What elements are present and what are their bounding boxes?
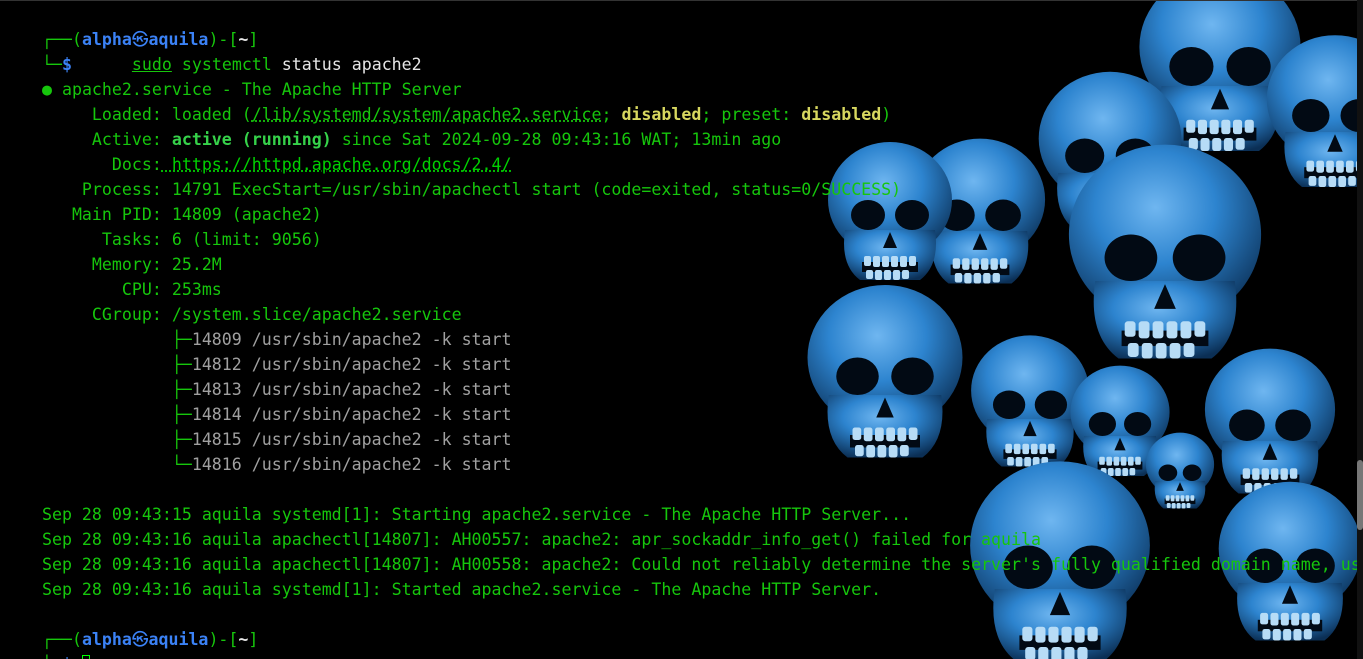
loaded-close-paren: ) — [881, 105, 892, 124]
log-line: Sep 28 09:43:15 aquila systemd[1]: Start… — [2, 477, 911, 524]
prompt-line-1: ┌──(alpha㉿aquila)-[~] — [2, 2, 258, 49]
log-line: Sep 28 09:43:16 aquila apachectl[14807]:… — [2, 502, 1041, 549]
status-cpu-line: CPU: 253ms — [2, 252, 222, 299]
log-line: Sep 28 09:43:16 aquila systemd[1]: Start… — [2, 552, 881, 599]
status-mainpid-line: Main PID: 14809 (apache2) — [2, 177, 322, 224]
cgroup-tree-item: ├─14809 /usr/sbin/apache2 -k start — [2, 302, 512, 349]
scrollbar-thumb[interactable] — [1357, 460, 1363, 530]
prompt-dollar: $ — [62, 655, 72, 659]
window-top-border — [0, 0, 1363, 1]
prompt-close-bracket: ] — [248, 630, 259, 649]
prompt-line-2: ┌──(alpha㉿aquila)-[~] — [2, 602, 258, 649]
cgroup-tree-item: └─14816 /usr/sbin/apache2 -k start — [2, 427, 512, 474]
prompt-host: aquila — [148, 630, 209, 649]
cgroup-tree-item: ├─14812 /usr/sbin/apache2 -k start — [2, 327, 512, 374]
status-active-line: Active: active (running) since Sat 2024-… — [2, 102, 781, 149]
status-tasks-line: Tasks: 6 (limit: 9056) — [2, 202, 322, 249]
log-line: Sep 28 09:43:16 aquila apachectl[14807]:… — [2, 527, 1363, 574]
prompt-cwd: ~ — [238, 630, 249, 649]
tree-entry: 14816 /usr/sbin/apache2 -k start — [191, 455, 512, 474]
status-memory-line: Memory: 25.2M — [2, 227, 222, 274]
prompt-close-paren: )-[ — [208, 630, 239, 649]
log-text: Sep 28 09:43:16 aquila systemd[1]: Start… — [41, 580, 882, 599]
prompt-at-symbol: ㉿ — [131, 630, 149, 649]
cgroup-tree-item: ├─14814 /usr/sbin/apache2 -k start — [2, 377, 512, 424]
loaded-preset-value: disabled — [801, 105, 882, 124]
command-line-1: └─$ sudo systemctl status apache2 — [2, 27, 422, 74]
status-title-line: ● apache2.service - The Apache HTTP Serv… — [2, 52, 462, 99]
status-process-line: Process: 14791 ExecStart=/usr/sbin/apach… — [2, 152, 901, 199]
text-cursor[interactable] — [81, 655, 90, 659]
terminal-window[interactable]: ┌──(alpha㉿aquila)-[~] └─$ sudo systemctl… — [0, 0, 1363, 659]
prompt-corner-bottom: └─ — [42, 655, 62, 659]
command-line-2[interactable]: └─$ — [2, 627, 90, 659]
cgroup-tree-item: ├─14813 /usr/sbin/apache2 -k start — [2, 352, 512, 399]
status-docs-line: Docs: https://httpd.apache.org/docs/2.4/ — [2, 127, 512, 174]
status-loaded-line: Loaded: loaded (/lib/systemd/system/apac… — [2, 77, 891, 124]
cgroup-tree-item: ├─14815 /usr/sbin/apache2 -k start — [2, 402, 512, 449]
status-cgroup-line: CGroup: /system.slice/apache2.service — [2, 277, 462, 324]
tree-branch: └─ — [41, 455, 192, 474]
terminal-scrollbar[interactable] — [1357, 0, 1363, 659]
